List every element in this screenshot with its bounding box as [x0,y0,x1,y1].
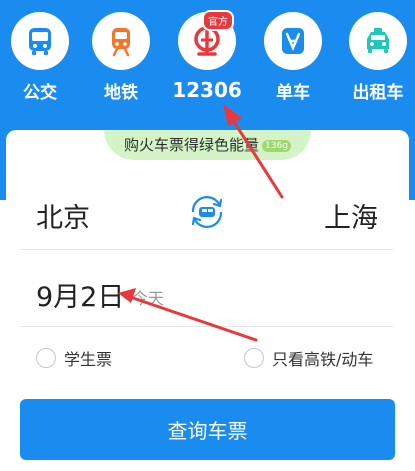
taxi-icon-circle [349,12,407,70]
transport-nav: 公交 地铁 官方 12306 单车 出租车 [0,0,415,120]
swap-train-icon[interactable] [187,192,227,232]
departure-date[interactable]: 9月2日 [36,275,124,314]
nav-label-subway: 地铁 [104,83,138,103]
today-label: 今天 [132,289,165,308]
bike-icon-circle [264,12,322,70]
divider [20,249,393,250]
nav-item-taxi[interactable]: 出租车 [343,12,413,103]
student-ticket-radio[interactable] [36,348,56,368]
subway-icon-circle [92,12,150,70]
bus-icon-circle [11,12,69,70]
nav-label-bike: 单车 [276,83,310,103]
nav-label-taxi: 出租车 [352,83,404,103]
high-speed-only-option[interactable]: 只看高铁/动车 [244,346,373,370]
taxi-icon [367,28,389,53]
official-badge: 官方 [202,10,234,31]
high-speed-only-label: 只看高铁/动车 [272,350,374,369]
divider [20,326,393,327]
energy-pill: 136g [262,140,291,152]
green-energy-banner[interactable]: 购火车票得绿色能量 136g [104,130,311,160]
nav-label-12306: 12306 [172,78,242,102]
student-ticket-label: 学生票 [64,350,113,369]
arrival-city[interactable]: 上海 [324,196,378,235]
subway-icon [112,28,130,57]
nav-item-bike[interactable]: 单车 [258,12,328,103]
student-ticket-option[interactable]: 学生票 [36,346,112,370]
nav-item-12306[interactable]: 官方 12306 [172,10,242,102]
nav-label-bus: 公交 [23,83,57,103]
promo-text: 购火车票得绿色能量 [124,136,260,154]
railway-icon-circle: 官方 [178,10,236,70]
bike-icon [282,28,304,54]
bus-icon [29,28,51,55]
departure-city[interactable]: 北京 [36,196,90,235]
search-tickets-button[interactable]: 查询车票 [20,399,395,460]
high-speed-only-radio[interactable] [244,348,264,368]
nav-item-subway[interactable]: 地铁 [86,12,156,103]
nav-item-bus[interactable]: 公交 [5,12,75,103]
